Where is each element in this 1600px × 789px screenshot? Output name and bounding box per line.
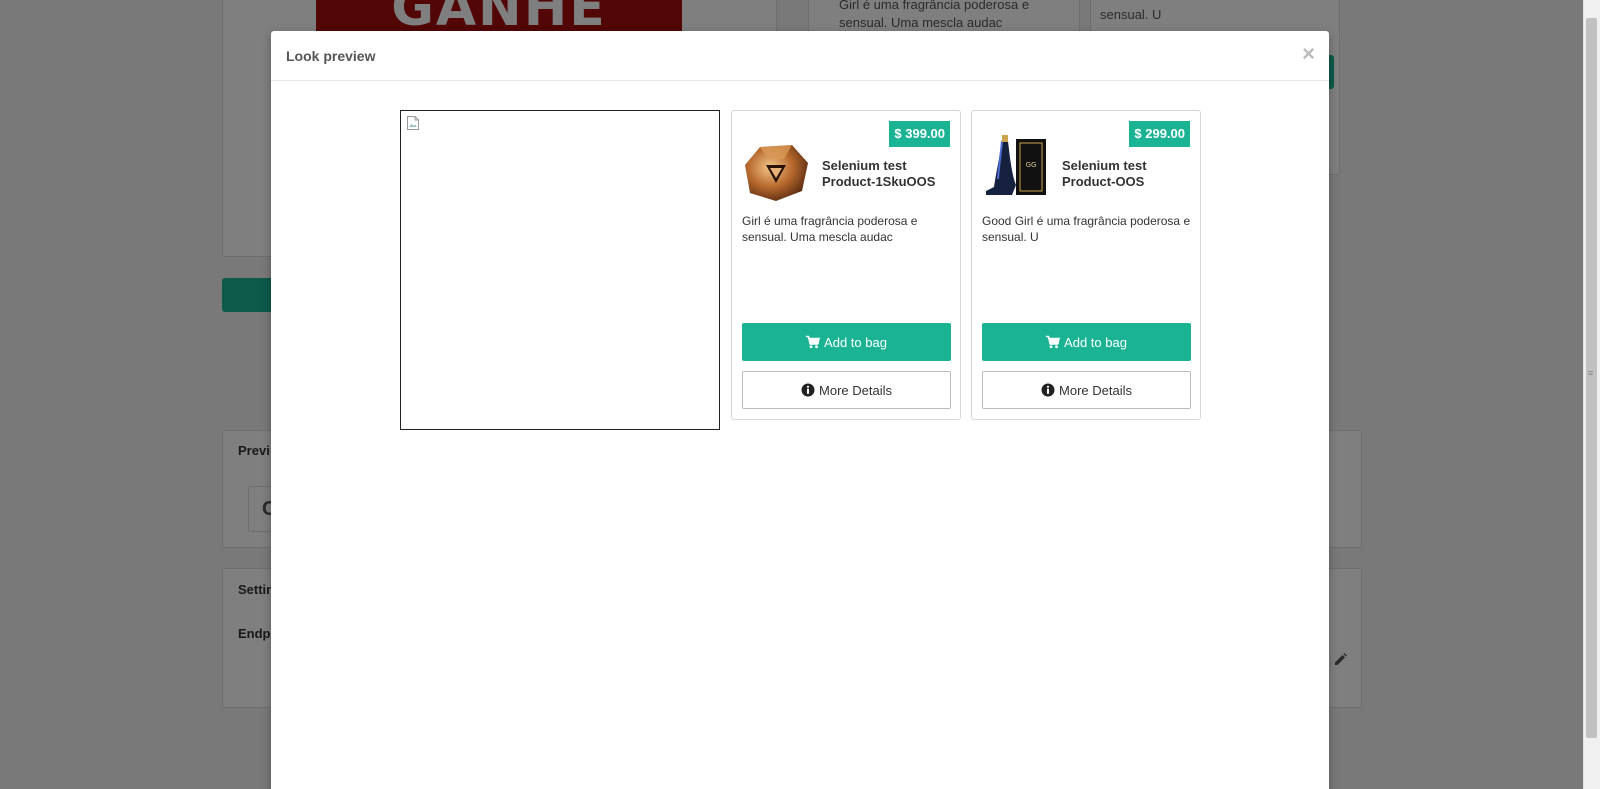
svg-text:GG: GG	[1026, 161, 1037, 169]
product-card: $ 399.00 Selenium test Product-1SkuOOS G…	[731, 110, 961, 420]
more-details-button[interactable]: More Details	[742, 371, 951, 409]
close-icon[interactable]: ×	[1302, 43, 1315, 65]
cart-icon	[806, 335, 821, 349]
page-scrollbar-thumb[interactable]	[1586, 18, 1597, 738]
more-details-label: More Details	[819, 382, 892, 398]
add-to-bag-label: Add to bag	[824, 334, 887, 350]
perfume-bottle-icon	[745, 145, 808, 201]
modal-title: Look preview	[286, 48, 376, 64]
product-name: Selenium test Product-OOS	[1062, 158, 1147, 189]
add-to-bag-button[interactable]: Add to bag	[982, 323, 1191, 361]
product-card: $ 299.00 GG Selenium test Product-OOS Go…	[971, 110, 1201, 420]
product-description: Girl é uma fragrância poderosa e sensual…	[742, 214, 918, 244]
price-badge: $ 299.00	[1129, 121, 1190, 147]
scrollbar-grip-icon: ≡	[1588, 368, 1594, 378]
product-name: Selenium test Product-1SkuOOS	[822, 158, 936, 189]
cart-icon	[1046, 335, 1061, 349]
modal-header: Look preview ×	[271, 31, 1329, 81]
info-icon	[1041, 383, 1055, 397]
product-description: Good Girl é uma fragrância poderosa e se…	[982, 214, 1191, 244]
broken-image-icon	[407, 116, 419, 130]
look-image	[400, 110, 720, 430]
more-details-button[interactable]: More Details	[982, 371, 1191, 409]
add-to-bag-button[interactable]: Add to bag	[742, 323, 951, 361]
more-details-label: More Details	[1059, 382, 1132, 398]
add-to-bag-label: Add to bag	[1064, 334, 1127, 350]
look-preview-modal: Look preview × $ 399.00 Selenium test Pr…	[271, 31, 1329, 789]
price-badge: $ 399.00	[889, 121, 950, 147]
info-icon	[801, 383, 815, 397]
perfume-bottle-icon: GG	[986, 135, 1046, 195]
